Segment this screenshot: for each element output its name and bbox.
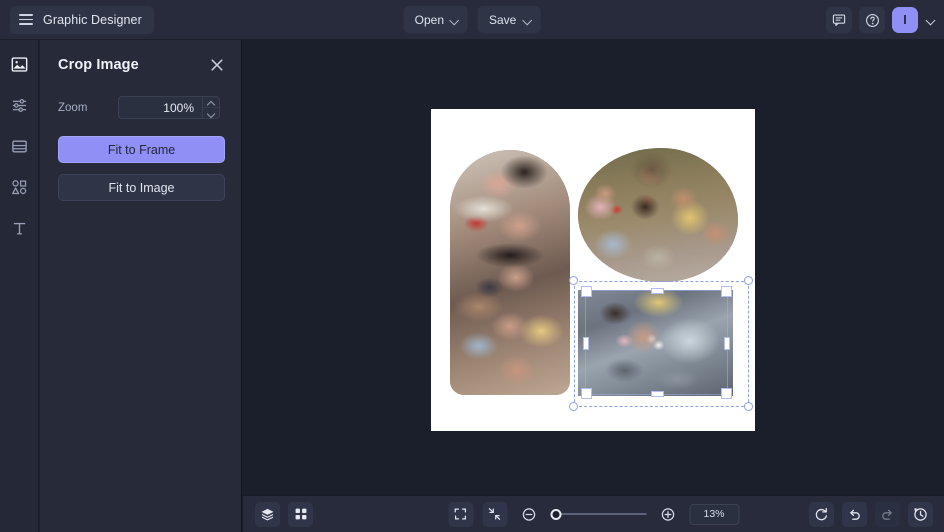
app-menu-button[interactable]: Graphic Designer (10, 6, 154, 34)
photo-blob[interactable] (578, 148, 738, 282)
chevron-down-icon (451, 16, 459, 24)
bottom-bar-left (255, 502, 313, 527)
zoom-out-icon (521, 507, 536, 522)
selection-overlay (574, 281, 749, 407)
zoom-slider-track (550, 513, 646, 514)
crop-handle-left-center[interactable] (583, 337, 589, 350)
graphic-designer-app: Graphic Designer Open Save (0, 0, 944, 532)
fit-to-image-button[interactable]: Fit to Image (58, 174, 225, 201)
file-actions: Open Save (404, 6, 541, 33)
comment-icon (832, 13, 846, 27)
zoom-controls: 13% (448, 502, 739, 527)
crop-handle-bottom-right[interactable] (721, 388, 732, 399)
image-icon (11, 56, 28, 73)
zoom-stepper-up[interactable] (203, 97, 219, 108)
open-button-label: Open (415, 13, 444, 27)
sidebar-item-adjust[interactable] (6, 92, 32, 118)
text-icon (11, 220, 28, 237)
chevron-down-icon[interactable] (926, 15, 936, 25)
sidebar-item-elements[interactable] (6, 174, 32, 200)
sidebar-item-text[interactable] (6, 215, 32, 241)
photo-blob-image (578, 148, 738, 282)
history-controls (809, 502, 933, 527)
sidebar-item-layout[interactable] (6, 133, 32, 159)
fit-screen-icon (454, 507, 468, 521)
close-icon (209, 57, 225, 73)
zoom-stepper-down[interactable] (203, 108, 219, 118)
open-button[interactable]: Open (404, 6, 468, 33)
undo-icon (847, 507, 862, 522)
top-bar-right: I (826, 0, 936, 40)
zoom-level-input[interactable]: 13% (689, 504, 739, 525)
avatar-initial: I (903, 13, 906, 27)
photo-arch-image (450, 150, 570, 395)
undo-button[interactable] (842, 502, 867, 527)
resize-handle-bottom-right[interactable] (744, 402, 753, 411)
chevron-down-icon (523, 16, 531, 24)
crop-handle-right-center[interactable] (724, 337, 730, 350)
zoom-in-button[interactable] (655, 502, 680, 527)
grid-button[interactable] (288, 502, 313, 527)
zoom-slider[interactable] (550, 508, 646, 520)
resize-handle-top-right[interactable] (744, 276, 753, 285)
bottom-bar: 13% (243, 495, 944, 532)
resize-handle-top-left[interactable] (569, 276, 578, 285)
save-button-label: Save (489, 13, 516, 27)
help-circle-icon (865, 13, 880, 28)
panel-header: Crop Image (58, 54, 225, 76)
chevron-down-icon (208, 111, 215, 115)
crop-handle-top-center[interactable] (651, 288, 664, 294)
zoom-stepper[interactable]: 100% (118, 96, 220, 119)
zoom-in-icon (660, 507, 675, 522)
history-icon (913, 507, 928, 522)
design-page[interactable] (431, 109, 755, 431)
photo-arch[interactable] (450, 150, 570, 395)
fit-selection-icon (488, 507, 502, 521)
sliders-icon (11, 97, 28, 114)
zoom-out-button[interactable] (516, 502, 541, 527)
crop-handle-bottom-left[interactable] (581, 388, 592, 399)
layers-icon (260, 507, 275, 522)
help-button[interactable] (859, 7, 885, 33)
tool-rail (0, 40, 39, 532)
zoom-stepper-buttons (202, 97, 219, 118)
reset-button[interactable] (809, 502, 834, 527)
app-title: Graphic Designer (43, 13, 142, 27)
save-button[interactable]: Save (478, 6, 540, 33)
zoom-slider-knob[interactable] (550, 509, 561, 520)
avatar[interactable]: I (892, 7, 918, 33)
layers-button[interactable] (255, 502, 280, 527)
panel-title: Crop Image (58, 57, 139, 73)
crop-handle-bottom-center[interactable] (651, 391, 664, 397)
top-bar: Graphic Designer Open Save (0, 0, 944, 40)
hamburger-icon (19, 14, 33, 25)
resize-handle-bottom-left[interactable] (569, 402, 578, 411)
crop-handle-top-left[interactable] (581, 286, 592, 297)
zoom-control-row: Zoom 100% (58, 96, 225, 119)
close-panel-button[interactable] (209, 57, 225, 73)
zoom-label: Zoom (58, 102, 118, 114)
comments-button[interactable] (826, 7, 852, 33)
crop-frame[interactable] (585, 290, 728, 395)
fit-to-selection-button[interactable] (482, 502, 507, 527)
shapes-icon (11, 179, 28, 196)
crop-image-panel: Crop Image Zoom 100% Fit to Frame Fit to… (40, 40, 242, 532)
fit-to-screen-button[interactable] (448, 502, 473, 527)
crop-handle-top-right[interactable] (721, 286, 732, 297)
history-button[interactable] (908, 502, 933, 527)
grid-icon (294, 507, 308, 521)
redo-icon (880, 507, 895, 522)
reset-icon (814, 507, 829, 522)
redo-button[interactable] (875, 502, 900, 527)
zoom-input[interactable]: 100% (119, 97, 202, 118)
chevron-up-icon (208, 100, 215, 104)
sidebar-item-image[interactable] (6, 51, 32, 77)
canvas-stage[interactable] (243, 40, 944, 495)
layout-icon (11, 138, 28, 155)
fit-to-frame-button[interactable]: Fit to Frame (58, 136, 225, 163)
